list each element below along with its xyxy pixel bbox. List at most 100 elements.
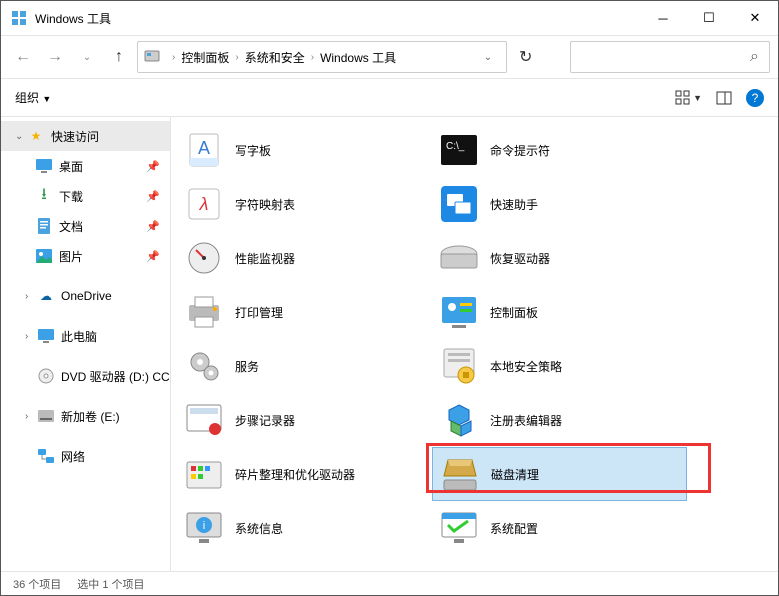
gauge-icon xyxy=(183,237,225,279)
item-performance-monitor[interactable]: 性能监视器 xyxy=(177,231,432,285)
organize-button[interactable]: 组织 ▼ xyxy=(15,89,51,106)
picture-icon xyxy=(35,247,53,265)
download-icon: ⭳ xyxy=(35,187,53,205)
item-label: 本地安全策略 xyxy=(490,358,562,375)
sidebar-item-label: 下载 xyxy=(59,188,83,205)
forward-button[interactable]: → xyxy=(41,43,69,71)
disk-cleanup-icon xyxy=(439,453,481,495)
msconfig-icon xyxy=(438,507,480,549)
sidebar-item-label: 文档 xyxy=(59,218,83,235)
pin-icon: 📌 xyxy=(146,160,160,173)
sidebar-item-quick-access[interactable]: ⌄ ★ 快速访问 xyxy=(1,121,170,151)
item-print-management[interactable]: 打印管理 xyxy=(177,285,432,339)
item-label: 系统配置 xyxy=(490,520,538,537)
refresh-button[interactable]: ↻ xyxy=(519,47,543,67)
printer-icon xyxy=(183,291,225,333)
wordpad-icon: A xyxy=(183,129,225,171)
maximize-button[interactable]: ☐ xyxy=(686,3,732,33)
breadcrumb-root[interactable]: 控制面板 xyxy=(181,49,229,66)
network-icon xyxy=(37,447,55,465)
sidebar-item-volume[interactable]: › 新加卷 (E:) xyxy=(1,401,170,431)
cloud-icon: ☁ xyxy=(37,287,55,305)
charmap-icon: λ xyxy=(183,183,225,225)
chevron-right-icon: › xyxy=(25,331,37,342)
toolbar: 组织 ▼ ▼ ? xyxy=(1,79,778,117)
item-label: 快速助手 xyxy=(490,196,538,213)
chevron-right-icon: › xyxy=(311,52,314,63)
items-view[interactable]: A 写字板 C:\_ 命令提示符 λ 字符映射表 快速助手 性能监视 xyxy=(171,117,778,571)
sidebar-item-label: DVD 驱动器 (D:) CC xyxy=(61,368,170,385)
minimize-button[interactable]: ─ xyxy=(640,3,686,33)
item-quick-assist[interactable]: 快速助手 xyxy=(432,177,687,231)
sidebar-item-label: 快速访问 xyxy=(51,128,99,145)
item-character-map[interactable]: λ 字符映射表 xyxy=(177,177,432,231)
item-label: 恢复驱动器 xyxy=(490,250,550,267)
chevron-right-icon: › xyxy=(172,52,175,63)
terminal-icon: C:\_ xyxy=(438,129,480,171)
sidebar-item-this-pc[interactable]: › 此电脑 xyxy=(1,321,170,351)
breadcrumb-leaf[interactable]: Windows 工具 xyxy=(320,49,396,66)
breadcrumb[interactable]: › 控制面板 › 系统和安全 › Windows 工具 ⌄ xyxy=(137,41,507,73)
item-disk-cleanup[interactable]: 磁盘清理 xyxy=(432,447,687,501)
preview-pane-button[interactable] xyxy=(716,90,732,106)
svg-text:i: i xyxy=(203,520,205,532)
pin-icon: 📌 xyxy=(146,190,160,203)
recent-button[interactable]: ⌄ xyxy=(73,43,101,71)
star-icon: ★ xyxy=(27,127,45,145)
window-title: Windows 工具 xyxy=(35,10,111,27)
item-label: 步骤记录器 xyxy=(235,412,295,429)
up-button[interactable]: ↑ xyxy=(105,43,133,71)
window-controls: ─ ☐ ✕ xyxy=(640,3,778,33)
item-services[interactable]: 服务 xyxy=(177,339,432,393)
item-label: 系统信息 xyxy=(235,520,283,537)
breadcrumb-mid[interactable]: 系统和安全 xyxy=(245,49,305,66)
sidebar-item-onedrive[interactable]: › ☁ OneDrive xyxy=(1,281,170,311)
status-item-count: 36 个项目 xyxy=(13,576,61,592)
disc-icon xyxy=(37,367,55,385)
item-steps-recorder[interactable]: 步骤记录器 xyxy=(177,393,432,447)
status-bar: 36 个项目 选中 1 个项目 xyxy=(1,571,778,595)
status-selected-count: 选中 1 个项目 xyxy=(77,576,144,592)
breadcrumb-dropdown[interactable]: ⌄ xyxy=(476,52,500,63)
defrag-icon xyxy=(183,453,225,495)
pin-icon: 📌 xyxy=(146,220,160,233)
item-system-info[interactable]: i 系统信息 xyxy=(177,501,432,555)
monitor-icon xyxy=(37,327,55,345)
sidebar-item-downloads[interactable]: ⭳ 下载 📌 xyxy=(1,181,170,211)
sidebar-item-pictures[interactable]: 图片 📌 xyxy=(1,241,170,271)
help-icon[interactable]: ? xyxy=(746,89,764,107)
sidebar-item-desktop[interactable]: 桌面 📌 xyxy=(1,151,170,181)
close-button[interactable]: ✕ xyxy=(732,3,778,33)
item-system-config[interactable]: 系统配置 xyxy=(432,501,687,555)
item-local-security-policy[interactable]: 本地安全策略 xyxy=(432,339,687,393)
security-icon xyxy=(438,345,480,387)
back-button[interactable]: ← xyxy=(9,43,37,71)
item-recovery-drive[interactable]: 恢复驱动器 xyxy=(432,231,687,285)
explorer-window: Windows 工具 ─ ☐ ✕ ← → ⌄ ↑ › 控制面板 › 系统和安全 … xyxy=(0,0,779,596)
pin-icon: 📌 xyxy=(146,250,160,263)
sidebar-item-dvd[interactable]: › DVD 驱动器 (D:) CC xyxy=(1,361,170,391)
item-label: 性能监视器 xyxy=(235,250,295,267)
sidebar-item-label: 图片 xyxy=(59,248,83,265)
sidebar-item-label: 此电脑 xyxy=(61,328,97,345)
search-input[interactable]: ⌕ xyxy=(570,41,770,73)
item-wordpad[interactable]: A 写字板 xyxy=(177,123,432,177)
item-defrag[interactable]: 碎片整理和优化驱动器 xyxy=(177,447,432,501)
item-control-panel[interactable]: 控制面板 xyxy=(432,285,687,339)
item-registry-editor[interactable]: 注册表编辑器 xyxy=(432,393,687,447)
item-label: 磁盘清理 xyxy=(491,466,539,483)
control-panel-icon xyxy=(144,48,160,67)
gears-icon xyxy=(183,345,225,387)
sidebar-item-documents[interactable]: 文档 📌 xyxy=(1,211,170,241)
sidebar-item-network[interactable]: › 网络 xyxy=(1,441,170,471)
navigation-pane: ⌄ ★ 快速访问 桌面 📌 ⭳ 下载 📌 文档 📌 图片 xyxy=(1,117,171,571)
svg-text:λ: λ xyxy=(199,194,209,214)
item-label: 字符映射表 xyxy=(235,196,295,213)
chevron-right-icon: › xyxy=(25,411,37,422)
record-icon xyxy=(183,399,225,441)
cubes-icon xyxy=(438,399,480,441)
item-command-prompt[interactable]: C:\_ 命令提示符 xyxy=(432,123,687,177)
item-label: 打印管理 xyxy=(235,304,283,321)
titlebar: Windows 工具 ─ ☐ ✕ xyxy=(1,1,778,35)
view-options-button[interactable]: ▼ xyxy=(675,90,702,106)
